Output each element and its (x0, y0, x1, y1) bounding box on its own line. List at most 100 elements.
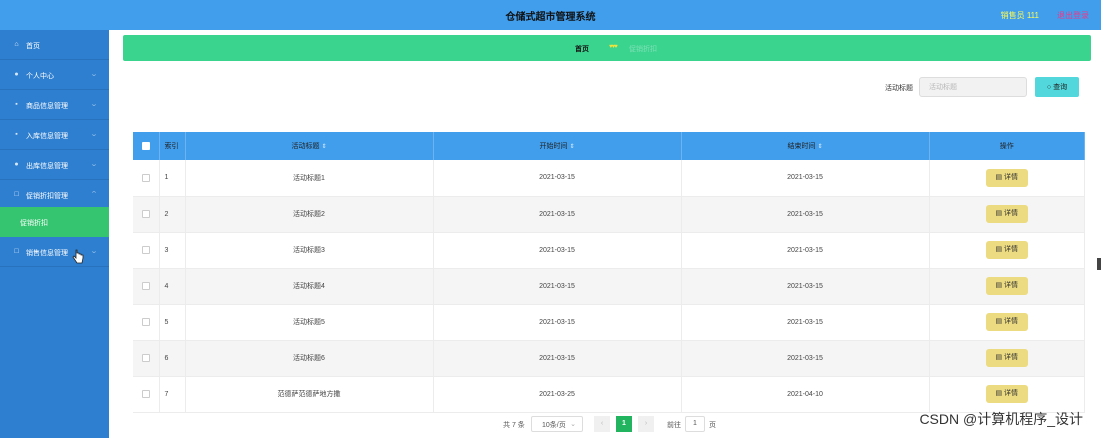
detail-button[interactable]: ▤ 详情 (985, 349, 1028, 367)
cell-index: 1 (159, 160, 186, 197)
promotion-table: 索引 活动标题 ⇕ 开始时间 ⇕ 结束时间 ⇕ 操作 1 活动标题1 2021-03-… (133, 132, 1085, 413)
row-checkbox[interactable] (141, 173, 150, 182)
page-size-value: 10条/页 (542, 422, 566, 429)
cell-action: ▤ 详情 (929, 232, 1085, 269)
sidebar-item-profile[interactable]: ● 个人中心 ⌄ (0, 60, 109, 90)
row-checkbox-cell[interactable] (133, 196, 160, 233)
detail-button-label: 详情 (1004, 246, 1019, 253)
cell-start: 2021-03-15 (433, 160, 682, 197)
detail-button-label: 详情 (1004, 318, 1019, 325)
cell-title: 活动标题6 (185, 340, 434, 377)
cell-action: ▤ 详情 (929, 304, 1085, 341)
breadcrumb-current: 促销折扣 (629, 46, 657, 53)
sidebar: ⌂ 首页 ● 个人中心 ⌄ ▪ 商品信息管理 ⌄ ▪ 入库信息管理 ⌄ ● 出库… (0, 30, 109, 438)
detail-button-label: 详情 (1004, 173, 1019, 181)
row-checkbox-cell[interactable] (133, 232, 160, 269)
hand-cursor-icon (72, 249, 84, 264)
heart-separator-icon: ♥♥♥ (609, 44, 618, 50)
cell-title: 活动标题3 (185, 232, 434, 269)
search-button[interactable]: ○ 查询 (1035, 77, 1079, 97)
detail-button[interactable]: ▤ 详情 (985, 205, 1028, 223)
chevron-down-icon: ⌄ (570, 421, 576, 428)
page-size-select[interactable]: 10条/页 ⌄ (531, 416, 583, 432)
document-icon: ▤ (995, 210, 1003, 217)
sidebar-item-outbound[interactable]: ● 出库信息管理 ⌄ (0, 150, 109, 180)
search-input[interactable] (919, 77, 1027, 97)
cell-action: ▤ 详情 (929, 268, 1085, 305)
sidebar-item-promotion[interactable]: □ 促销折扣管理 ⌃ (0, 180, 109, 210)
chevron-down-icon: ⌄ (89, 71, 99, 78)
cell-action: ▤ 详情 (929, 196, 1085, 233)
sidebar-item-goods[interactable]: ▪ 商品信息管理 ⌄ (0, 90, 109, 120)
sidebar-item-home[interactable]: ⌂ 首页 (0, 30, 109, 60)
sidebar-item-inbound[interactable]: ▪ 入库信息管理 ⌄ (0, 120, 109, 150)
cell-start: 2021-03-15 (433, 340, 682, 377)
outbound-icon: ● (14, 161, 19, 168)
cell-title: 活动标题4 (185, 268, 434, 305)
chevron-down-icon: ⌄ (89, 248, 99, 255)
prev-page-button[interactable]: ‹ (594, 416, 610, 432)
table-header-row: 索引 活动标题 ⇕ 开始时间 ⇕ 结束时间 ⇕ 操作 (133, 132, 1085, 160)
sidebar-item-label: 促销折扣管理 (26, 193, 68, 200)
page-unit-label: 页 (709, 422, 716, 429)
next-page-button[interactable]: › (638, 416, 654, 432)
table-row: 6 活动标题6 2021-03-15 2021-03-15 ▤ 详情 (133, 340, 1085, 377)
select-all-checkbox-cell[interactable] (133, 132, 160, 160)
sales-icon: □ (14, 248, 19, 255)
column-header-title[interactable]: 活动标题 ⇕ (185, 132, 434, 160)
row-checkbox-cell[interactable] (133, 304, 160, 341)
document-icon: ▤ (995, 318, 1003, 325)
row-checkbox[interactable] (141, 210, 150, 218)
detail-button[interactable]: ▤ 详情 (985, 277, 1028, 295)
cell-index: 6 (159, 340, 186, 377)
table-row: 7 范德萨范德萨地方撒 2021-03-25 2021-04-10 ▤ 详情 (133, 376, 1085, 413)
sort-icon[interactable]: ⇕ (321, 144, 326, 150)
goto-page-input[interactable]: 1 (685, 416, 705, 432)
cell-index: 2 (159, 196, 186, 233)
detail-button[interactable]: ▤ 详情 (985, 168, 1028, 187)
select-all-checkbox[interactable] (141, 142, 150, 150)
cell-end: 2021-03-15 (681, 196, 930, 233)
search-label: 活动标题 (885, 85, 913, 92)
search-button-label: 查询 (1053, 84, 1068, 91)
row-checkbox[interactable] (141, 390, 150, 398)
column-header-end[interactable]: 结束时间 ⇕ (681, 132, 930, 160)
sort-icon[interactable]: ⇕ (569, 144, 574, 150)
logout-link[interactable]: 退出登录 (1057, 10, 1089, 21)
sidebar-item-sales[interactable]: □ 销售信息管理 ⌄ (0, 237, 109, 267)
sidebar-subitem-promotion-discount[interactable]: 促销折扣 (0, 207, 109, 237)
sidebar-item-label: 出库信息管理 (26, 163, 68, 170)
page-number-button[interactable]: 1 (616, 416, 632, 432)
table-row: 4 活动标题4 2021-03-15 2021-03-15 ▤ 详情 (133, 268, 1085, 305)
cell-start: 2021-03-25 (433, 376, 682, 413)
cell-end: 2021-03-15 (681, 268, 930, 305)
goto-label: 前往 (667, 422, 681, 429)
row-checkbox-cell[interactable] (133, 340, 160, 377)
cell-title: 活动标题5 (185, 304, 434, 341)
detail-button[interactable]: ▤ 详情 (985, 313, 1028, 331)
cell-start: 2021-03-15 (433, 196, 682, 233)
row-checkbox[interactable] (141, 246, 150, 254)
sort-icon[interactable]: ⇕ (817, 144, 822, 150)
document-icon: ▤ (995, 390, 1003, 397)
row-checkbox-cell[interactable] (133, 160, 160, 197)
column-header-index: 索引 (159, 132, 186, 160)
sidebar-subitem-label: 促销折扣 (20, 220, 48, 227)
scrollbar-thumb[interactable] (1097, 258, 1101, 270)
row-checkbox-cell[interactable] (133, 268, 160, 305)
detail-button[interactable]: ▤ 详情 (985, 241, 1028, 259)
main-content: 首页 ♥♥♥ 促销折扣 活动标题 ○ 查询 索引 活动标题⇕ 开始时间⇕ 结束时… (109, 30, 1101, 438)
home-icon: ⌂ (14, 41, 19, 48)
cell-title: 活动标题2 (185, 196, 434, 233)
row-checkbox[interactable] (141, 282, 150, 290)
row-checkbox[interactable] (141, 354, 150, 362)
breadcrumb-home[interactable]: 首页 (575, 44, 589, 54)
row-checkbox[interactable] (141, 318, 150, 326)
sidebar-item-label: 销售信息管理 (26, 250, 68, 257)
row-checkbox-cell[interactable] (133, 376, 160, 413)
cell-start: 2021-03-15 (433, 232, 682, 269)
detail-button[interactable]: ▤ 详情 (985, 385, 1028, 403)
sidebar-item-label: 入库信息管理 (26, 133, 68, 140)
cell-end: 2021-03-15 (681, 160, 930, 197)
column-header-start[interactable]: 开始时间 ⇕ (433, 132, 682, 160)
